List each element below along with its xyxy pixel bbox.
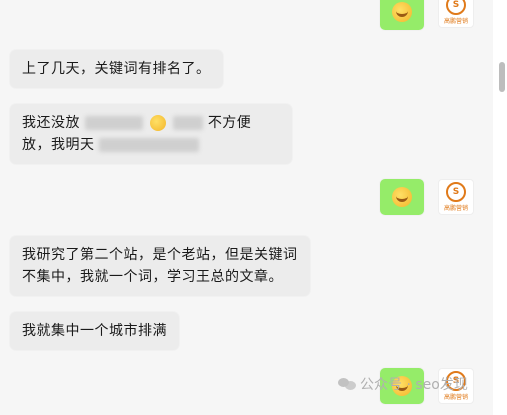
laughing-emoji-icon <box>392 2 412 22</box>
scrollbar[interactable] <box>493 0 507 415</box>
avatar[interactable]: S 高鹏营销 <box>438 179 474 215</box>
scrollbar-thumb[interactable] <box>499 62 505 92</box>
incoming-message[interactable]: 我还没放 不方便 放，我明天 <box>10 104 292 164</box>
smile-emoji-icon <box>149 115 166 131</box>
outgoing-emoji-bubble[interactable] <box>380 0 424 30</box>
message-text: 我还没放 <box>22 115 80 131</box>
avatar-logo-icon: S <box>446 0 466 15</box>
message-text: 不方便 <box>207 115 252 131</box>
chat-window: S 高鹏营销 上了几天，关键词有排名了。 我还没放 不方便 放，我明天 S 高鹏… <box>0 0 507 415</box>
wechat-icon <box>338 377 356 391</box>
message-text: 不集中，我就一个词，学习王总的文章。 <box>22 269 283 285</box>
avatar[interactable]: S 高鹏营销 <box>438 0 474 28</box>
avatar-caption: 高鹏营销 <box>443 205 468 212</box>
incoming-message[interactable]: 上了几天，关键词有排名了。 <box>10 50 223 88</box>
laughing-emoji-icon <box>392 187 412 207</box>
avatar-caption: 高鹏营销 <box>443 18 468 25</box>
message-text: 上了几天，关键词有排名了。 <box>22 61 211 77</box>
incoming-message[interactable]: 我研究了第二个站，是个老站，但是关键词 不集中，我就一个词，学习王总的文章。 <box>10 236 310 296</box>
blurred-text <box>84 116 143 130</box>
watermark-text: 公众号 · seo发现 <box>360 377 468 393</box>
message-text: 放，我明天 <box>22 137 95 153</box>
watermark: 公众号 · seo发现 <box>338 374 468 394</box>
blurred-text <box>172 116 203 130</box>
outgoing-emoji-bubble[interactable] <box>380 179 424 215</box>
avatar-logo-icon: S <box>446 182 466 202</box>
message-text: 我研究了第二个站，是个老站，但是关键词 <box>22 247 298 263</box>
incoming-message[interactable]: 我就集中一个城市排满 <box>10 312 179 350</box>
blurred-text <box>99 138 200 152</box>
message-text: 我就集中一个城市排满 <box>22 323 167 339</box>
